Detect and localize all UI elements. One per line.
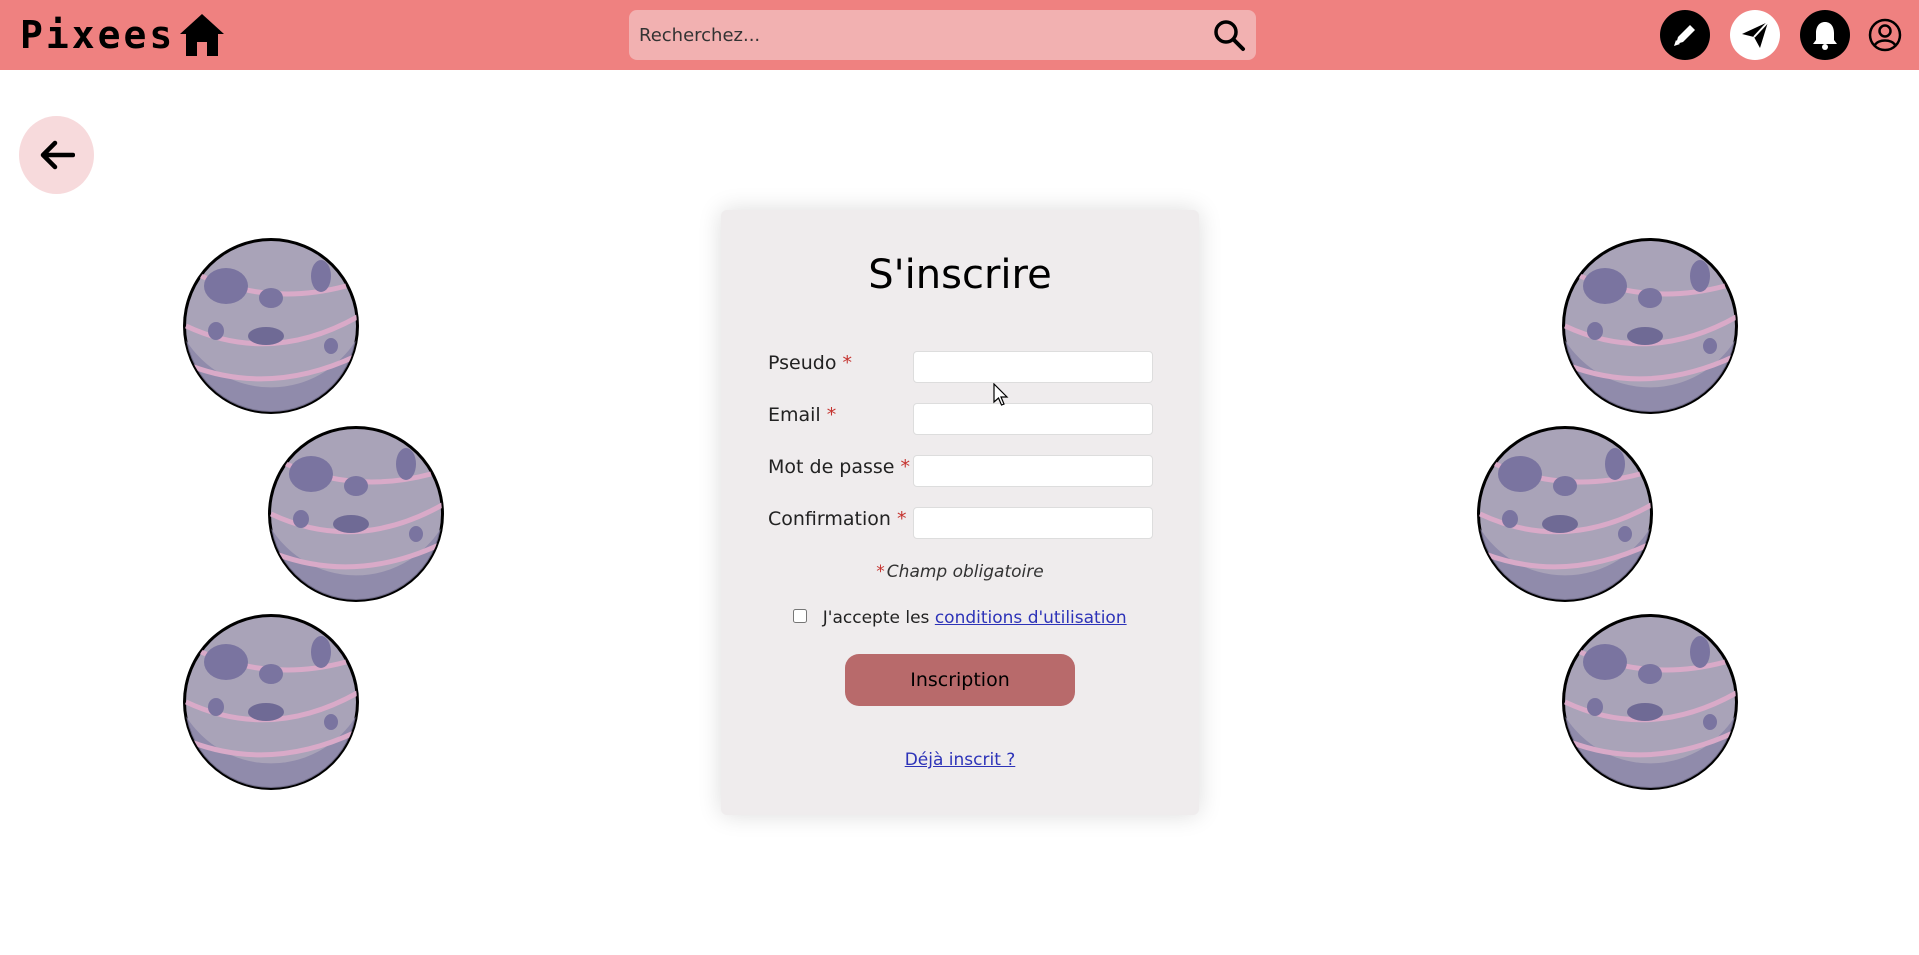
signup-card: S'inscrire Pseudo * Email * Mot de passe * … <box>721 210 1199 815</box>
arrow-left-icon <box>40 140 75 170</box>
search-icon[interactable] <box>1212 18 1246 52</box>
pseudo-input[interactable] <box>913 351 1153 383</box>
pseudo-label: Pseudo * <box>768 352 852 374</box>
top-bar: Pixees <box>0 0 1919 70</box>
confirmation-label: Confirmation * <box>768 508 907 530</box>
password-label: Mot de passe * <box>768 456 910 478</box>
email-input[interactable] <box>913 403 1153 435</box>
profile-button[interactable] <box>1860 10 1910 60</box>
user-icon <box>1868 18 1902 52</box>
terms-row: J'accepte les conditions d'utilisation <box>721 608 1199 628</box>
notifications-button[interactable] <box>1800 10 1850 60</box>
search-bar <box>629 10 1256 60</box>
planet-icon <box>181 236 361 416</box>
mouse-cursor-icon <box>993 383 1009 406</box>
required-note: * Champ obligatoire <box>876 562 1044 582</box>
terms-checkbox[interactable] <box>793 609 808 623</box>
confirmation-input[interactable] <box>913 507 1153 539</box>
search-input[interactable] <box>629 10 1189 60</box>
bell-icon <box>1813 22 1837 50</box>
login-link-row: Déjà inscrit ? <box>721 750 1199 770</box>
planet-icon <box>181 612 361 792</box>
logo[interactable]: Pixees <box>20 12 175 58</box>
send-icon <box>1742 21 1769 48</box>
login-link[interactable]: Déjà inscrit ? <box>905 750 1016 770</box>
planet-icon <box>1560 236 1740 416</box>
email-label: Email * <box>768 404 837 426</box>
back-button[interactable] <box>19 116 94 194</box>
terms-text: J'accepte les <box>822 608 930 628</box>
create-button[interactable] <box>1660 10 1710 60</box>
page-title: S'inscrire <box>868 252 1052 298</box>
planet-icon <box>1475 424 1655 604</box>
messages-button[interactable] <box>1730 10 1780 60</box>
planet-icon <box>266 424 446 604</box>
home-icon[interactable] <box>178 12 226 58</box>
planet-icon <box>1560 612 1740 792</box>
signup-button[interactable]: Inscription <box>845 654 1075 706</box>
password-input[interactable] <box>913 455 1153 487</box>
pencil-icon <box>1674 25 1695 46</box>
terms-link[interactable]: conditions d'utilisation <box>935 608 1127 628</box>
